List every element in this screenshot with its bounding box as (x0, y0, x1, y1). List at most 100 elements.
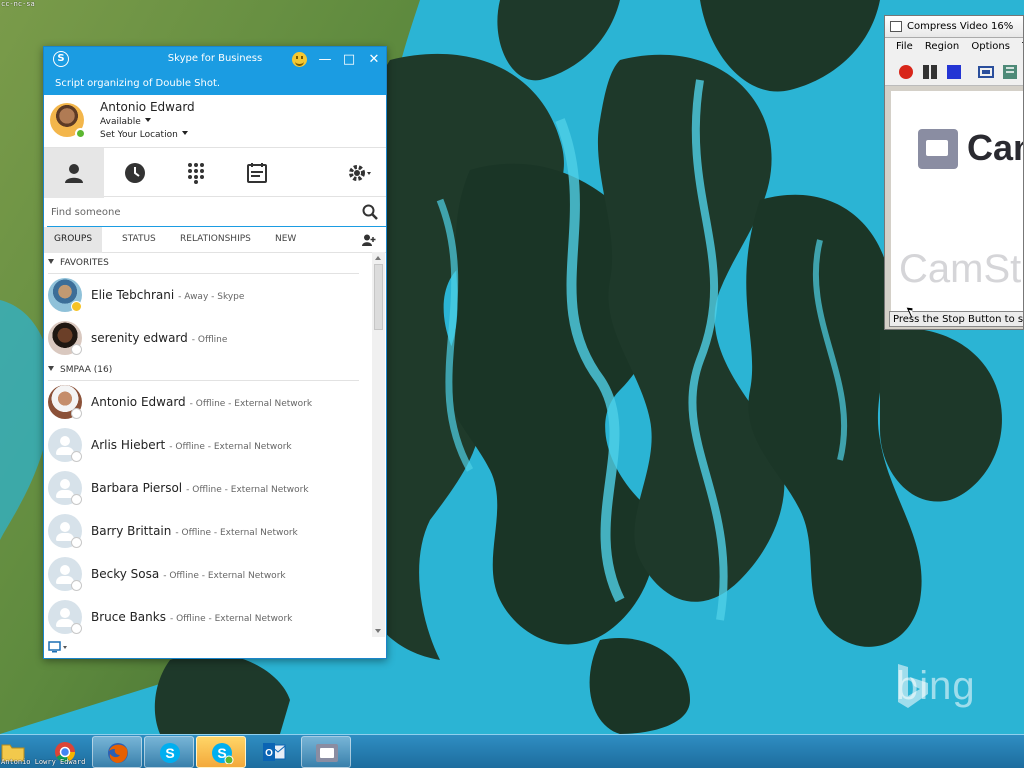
license-watermark: cc-nc-sa (1, 0, 35, 8)
availability-dropdown[interactable]: Available (100, 117, 151, 127)
contact-status: - Offline - External Network (189, 399, 313, 409)
location-dropdown[interactable]: Set Your Location (100, 130, 188, 140)
contact-name: Bruce Banks (91, 610, 166, 624)
region-button[interactable] (978, 64, 994, 80)
skype-window: S Skype for Business — □ ✕ Script organi… (43, 46, 387, 659)
group-title: FAVORITES (60, 258, 109, 268)
annotation-button[interactable] (1002, 64, 1018, 80)
close-button[interactable]: ✕ (364, 50, 384, 70)
menu-region[interactable]: Region (925, 41, 959, 52)
location-label: Set Your Location (100, 130, 178, 140)
contact-name: Elie Tebchrani (91, 288, 175, 302)
tab-history[interactable] (105, 148, 165, 198)
contact-status: - Offline (191, 335, 228, 345)
camstudio-logo-text: Cam (967, 127, 1023, 168)
chevron-down-icon (144, 118, 151, 122)
menu-options[interactable]: Options (971, 41, 1010, 52)
offline-presence-icon (71, 580, 82, 591)
contact-status: - Offline - External Network (169, 442, 292, 452)
tab-new[interactable]: NEW (275, 234, 296, 244)
contact-item[interactable]: Antonio Edward - Offline - External Netwo… (44, 381, 373, 424)
contact-name: Barry Brittain (91, 524, 172, 538)
personal-note[interactable]: Script organizing of Double Shot. (44, 73, 386, 101)
contact-status: - Offline - External Network (175, 528, 298, 538)
tab-dialpad[interactable] (166, 148, 226, 198)
svg-text:O: O (265, 748, 273, 759)
add-contact-icon[interactable] (362, 234, 376, 246)
collapse-triangle-icon (48, 259, 54, 264)
record-button[interactable] (898, 64, 914, 80)
collapse-triangle-icon (48, 366, 54, 371)
contact-name: Barbara Piersol (91, 481, 183, 495)
away-presence-icon (71, 301, 82, 312)
contact-item[interactable]: Barbara Piersol - Offline - External Netw… (44, 467, 373, 510)
bing-b-icon (898, 664, 928, 708)
taskbar-firefox[interactable] (92, 736, 142, 768)
scroll-down-arrow-icon[interactable] (375, 629, 381, 633)
contact-item[interactable]: Barry Brittain - Offline - External Netwo… (44, 510, 373, 553)
options-menu-button[interactable] (334, 148, 386, 198)
contact-item[interactable]: serenity edward - Offline (44, 317, 373, 360)
maximize-button[interactable]: □ (339, 50, 359, 70)
scroll-up-arrow-icon[interactable] (375, 256, 381, 260)
camstudio-splash: Cam CamStu (891, 91, 1023, 311)
contact-item[interactable]: Bruce Banks - Offline - External Network (44, 596, 373, 637)
contact-status: - Away - Skype (178, 292, 245, 302)
contact-list-scrollbar[interactable] (372, 252, 385, 637)
search-input[interactable] (51, 203, 351, 221)
offline-presence-icon (71, 451, 82, 462)
camstudio-window: Compress Video 16% File Region Options T… (884, 15, 1024, 330)
my-avatar[interactable] (50, 103, 86, 139)
skype-titlebar[interactable]: S Skype for Business — □ ✕ (44, 47, 386, 73)
skype-icon: S (160, 743, 180, 763)
contact-view-tabs: GROUPS STATUS RELATIONSHIPS NEW (44, 227, 386, 253)
outlook-icon: O (263, 743, 286, 761)
tab-meetings[interactable] (227, 148, 287, 198)
contact-status: - Offline - External Network (163, 571, 286, 581)
svg-text:S: S (165, 745, 174, 761)
clock-icon (125, 163, 145, 183)
scrollbar-thumb[interactable] (374, 264, 383, 330)
skype-footer (44, 636, 386, 658)
taskbar-camstudio[interactable] (301, 736, 351, 768)
contact-item[interactable]: Becky Sosa - Offline - External Network (44, 553, 373, 596)
available-presence-icon (75, 128, 86, 139)
gear-icon (349, 165, 371, 181)
skype-for-business-icon: S (212, 743, 234, 764)
minimize-button[interactable]: — (315, 50, 335, 70)
search-bar (47, 197, 386, 227)
group-header-smpaa[interactable]: SMPAA (16) (44, 360, 373, 380)
offline-presence-icon (71, 408, 82, 419)
contact-item[interactable]: Arlis Hiebert - Offline - External Networ… (44, 424, 373, 467)
tab-contacts[interactable] (44, 148, 104, 198)
stop-button[interactable] (946, 64, 962, 80)
taskbar-skype[interactable]: S (144, 736, 194, 768)
camstudio-title: Compress Video 16% (907, 21, 1014, 32)
offline-presence-icon (71, 344, 82, 355)
contact-status: - Offline - External Network (169, 614, 293, 624)
camstudio-logo-icon (918, 129, 958, 169)
menu-file[interactable]: File (896, 41, 913, 52)
taskbar-outlook[interactable]: O (249, 736, 299, 768)
firefox-icon (108, 743, 128, 763)
device-settings-icon[interactable] (48, 641, 68, 653)
contacts-icon (65, 164, 83, 183)
tab-status[interactable]: STATUS (122, 234, 156, 244)
contact-item[interactable]: Elie Tebchrani - Away - Skype (44, 274, 373, 317)
taskbar: S S O (0, 734, 1024, 768)
contact-name: Becky Sosa (91, 567, 160, 581)
taskbar-skype-for-business[interactable]: S (196, 736, 246, 768)
main-tabs (44, 147, 386, 198)
group-title: SMPAA (16) (60, 365, 113, 375)
search-icon[interactable] (362, 204, 378, 220)
pause-button[interactable] (922, 64, 938, 80)
group-header-favorites[interactable]: FAVORITES (44, 253, 373, 273)
offline-presence-icon (71, 537, 82, 548)
my-name: Antonio Edward (100, 100, 195, 114)
emoji-icon[interactable] (292, 52, 307, 67)
tab-relationships[interactable]: RELATIONSHIPS (180, 234, 251, 244)
camstudio-app-icon (890, 21, 902, 32)
tab-groups[interactable]: GROUPS (44, 227, 103, 253)
offline-presence-icon (71, 623, 82, 634)
camstudio-titlebar[interactable]: Compress Video 16% (885, 16, 1023, 38)
